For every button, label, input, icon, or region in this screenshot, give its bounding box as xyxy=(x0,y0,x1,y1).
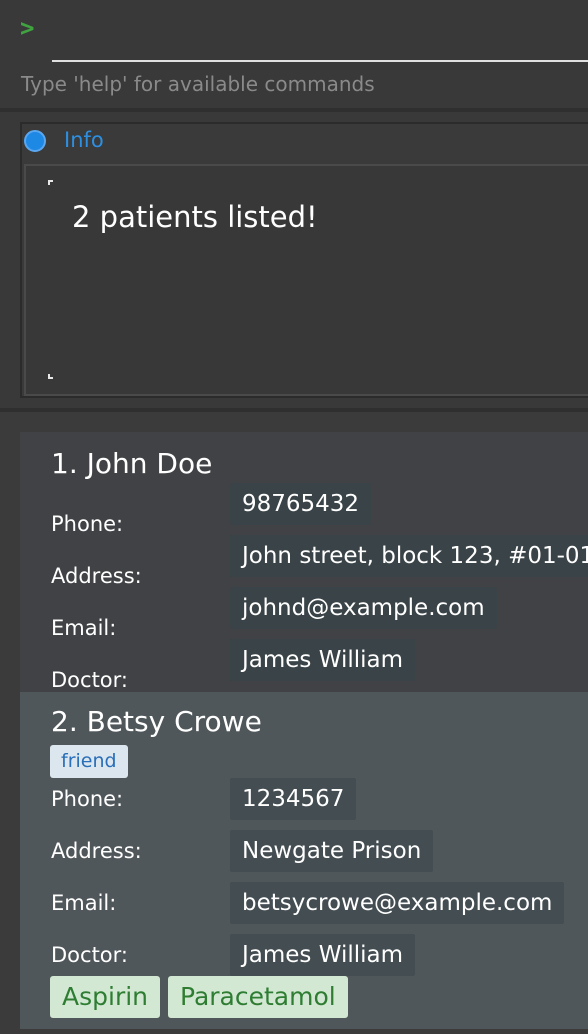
patient-name: 2. Betsy Crowe xyxy=(51,705,262,738)
patient-card[interactable]: 1. John Doe Phone: 98765432 Address: Joh… xyxy=(20,432,588,692)
address-label: Address: xyxy=(51,839,142,863)
doctor-label: Doctor: xyxy=(51,943,128,967)
patient-list[interactable]: 1. John Doe Phone: 98765432 Address: Joh… xyxy=(0,412,588,1034)
text-cursor-bottom-icon xyxy=(48,374,53,379)
command-hint: Type 'help' for available commands xyxy=(21,72,375,96)
command-box: > Type 'help' for available commands xyxy=(0,0,588,108)
doctor-value: James William xyxy=(230,934,416,976)
phone-label: Phone: xyxy=(51,512,124,536)
patient-card[interactable]: 2. Betsy Crowe friend Phone: 1234567 Add… xyxy=(20,692,588,1029)
medicine-tag: Aspirin xyxy=(50,976,161,1018)
email-value: johnd@example.com xyxy=(230,587,497,629)
text-cursor-top-icon xyxy=(48,180,53,185)
result-message: 2 patients listed! xyxy=(72,200,318,234)
prompt-chevron-icon: > xyxy=(20,14,35,42)
doctor-label: Doctor: xyxy=(51,668,128,692)
doctor-value: James William xyxy=(230,639,416,681)
phone-label: Phone: xyxy=(51,787,124,811)
result-text-area[interactable]: 2 patients listed! xyxy=(24,164,588,396)
address-value: John street, block 123, #01-01 xyxy=(230,535,588,577)
medicine-tag: Paracetamol xyxy=(168,976,348,1018)
command-input[interactable] xyxy=(52,14,588,62)
result-box: Info 2 patients listed! xyxy=(20,122,588,398)
email-value: betsycrowe@example.com xyxy=(230,882,565,924)
address-value: Newgate Prison xyxy=(230,830,434,872)
email-label: Email: xyxy=(51,616,117,640)
phone-value: 98765432 xyxy=(230,483,372,525)
phone-value: 1234567 xyxy=(230,778,357,820)
status-label: Info xyxy=(64,128,104,152)
patient-name: 1. John Doe xyxy=(51,447,213,480)
info-status-icon xyxy=(24,130,46,152)
result-panel: Info 2 patients listed! xyxy=(0,112,588,408)
patient-tag: friend xyxy=(50,745,128,778)
address-label: Address: xyxy=(51,564,142,588)
email-label: Email: xyxy=(51,891,117,915)
